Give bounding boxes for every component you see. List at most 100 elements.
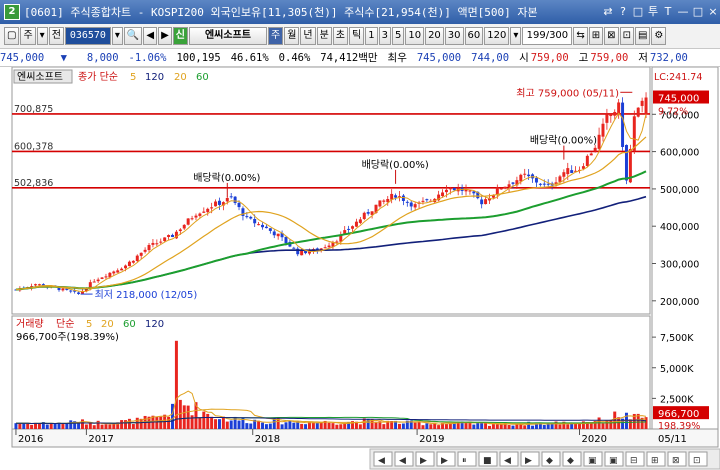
candle-body — [354, 221, 358, 227]
current-pct-tag: 9.72% — [658, 107, 688, 118]
volume-bar — [398, 423, 401, 429]
window-button-5[interactable]: — — [676, 4, 690, 20]
price-panel[interactable] — [11, 66, 651, 315]
stat-label: 최우 — [387, 52, 407, 64]
toolbar-button-28[interactable]: ⊞ — [588, 27, 604, 45]
volume-bar — [237, 420, 241, 429]
candle-body — [409, 202, 413, 207]
volume-bar — [135, 417, 139, 429]
volume-bar — [499, 424, 503, 429]
toolbar-button-7[interactable]: ◀ — [143, 27, 158, 45]
volume-bar — [444, 423, 448, 429]
toolbar-button-27[interactable]: ⇆ — [573, 27, 588, 45]
volume-tick-label-2: 2,500K — [660, 394, 694, 405]
volume-legend-current: 966,700주(198.39%) — [16, 332, 119, 343]
volume-bar — [491, 424, 495, 429]
toolbar-button-16[interactable]: 틱 — [349, 27, 365, 45]
toolbar-button-30[interactable]: ⊡ — [619, 27, 634, 45]
candle-body — [268, 228, 272, 231]
toolbar-button-18[interactable]: 3 — [378, 27, 391, 45]
candle-body — [159, 241, 163, 243]
candle-body — [245, 216, 249, 218]
toolbar-button-31[interactable]: ▤ — [634, 27, 651, 45]
toolbar-button-26[interactable]: 199/300 — [522, 27, 573, 45]
toolbar-button-14[interactable]: 분 — [316, 27, 332, 45]
toolbar-button-0[interactable]: ▢ — [4, 27, 20, 45]
candle-body — [147, 244, 151, 251]
volume-bar — [104, 424, 108, 429]
candle-body — [636, 107, 640, 117]
scroll-button-4[interactable] — [457, 451, 477, 467]
volume-legend-indicator: 단순 — [56, 318, 74, 330]
volume-bar — [566, 424, 570, 429]
volume-bar — [284, 422, 288, 429]
toolbar-button-25[interactable]: ▾ — [510, 27, 522, 45]
stock-chart[interactable]: 700,875 600,378 502,836 엔씨소프트 종가 단순 5 120 20 60 최… — [0, 66, 720, 470]
volume-bar — [30, 424, 34, 429]
window-button-2[interactable]: □ — [631, 4, 645, 20]
candle-body — [441, 192, 445, 197]
stock-chart-panel[interactable]: 700,875 600,378 502,836 엔씨소프트 종가 단순 5 120 20 60 최… — [0, 66, 720, 470]
toolbar-button-13[interactable]: 년 — [300, 27, 316, 45]
candle-body — [120, 268, 124, 271]
volume-bar — [523, 425, 527, 429]
candle-body — [570, 170, 574, 173]
title-bar: 2 [0601] 주식종합차트 - KOSPI200 외국인보유[11,305(… — [0, 0, 720, 24]
candle-body — [139, 252, 143, 256]
toolbar-button-22[interactable]: 30 — [444, 27, 464, 45]
candle-body — [382, 200, 386, 202]
toolbar-button-21[interactable]: 20 — [425, 27, 444, 45]
volume-bar — [264, 424, 268, 429]
toolbar-button-15[interactable]: 초 — [332, 27, 348, 45]
toolbar-button-10[interactable]: 엔씨소프트 — [188, 27, 267, 45]
change-pct: -1.06% — [128, 51, 167, 64]
volume-bar — [319, 422, 323, 429]
quote-info-bar: 745,000 ▼ 8,000 -1.06% 100,195 46.61% 0.… — [0, 49, 720, 67]
window-button-0[interactable]: ⇄ — [601, 4, 615, 20]
toolbar-button-6[interactable]: 🔍 — [123, 27, 143, 45]
volume-bar — [167, 416, 171, 429]
toolbar-button-29[interactable]: ⊠ — [604, 27, 619, 45]
toolbar-button-24[interactable]: 120 — [484, 27, 510, 45]
toolbar-button-32[interactable]: ⚙ — [651, 27, 667, 45]
candle-body — [358, 219, 362, 223]
volume-bar — [511, 425, 515, 429]
toolbar-button-1[interactable]: 주 — [20, 27, 36, 45]
window-button-7[interactable]: × — [706, 4, 720, 20]
candle-body — [609, 114, 613, 117]
candle-body — [206, 208, 210, 213]
toolbar-button-11[interactable]: 주 — [267, 27, 284, 45]
legend-stock-name: 엔씨소프트 — [17, 71, 63, 83]
toolbar-button-12[interactable]: 월 — [284, 27, 300, 45]
candle-body — [116, 270, 120, 273]
volume-bar — [300, 423, 304, 429]
toolbar-button-20[interactable]: 10 — [405, 27, 425, 45]
window-button-6[interactable]: □ — [691, 4, 705, 20]
candle-body — [347, 228, 351, 230]
price-tick-label-1: 600,000 — [660, 148, 699, 159]
toolbar-button-8[interactable]: ▶ — [158, 27, 172, 45]
toolbar-button-9[interactable]: 신 — [172, 27, 188, 45]
volume-bar — [292, 422, 296, 429]
window-button-1[interactable]: ? — [616, 4, 630, 20]
volume-bar — [327, 422, 331, 429]
annotation-0: 최고 759,000 (05/11) — [516, 87, 619, 99]
toolbar-button-17[interactable]: 1 — [365, 27, 378, 45]
window-button-4[interactable]: T — [661, 4, 675, 20]
volume-bar — [198, 417, 202, 429]
ask-value: 745,000 — [416, 51, 462, 64]
toolbar-button-4[interactable]: 036570 — [64, 27, 111, 45]
toolbar-button-23[interactable]: 60 — [464, 27, 484, 45]
toolbar-button-2[interactable]: ▾ — [36, 27, 48, 45]
volume-bar — [601, 423, 605, 429]
toolbar-button-3[interactable]: 전 — [48, 27, 64, 45]
toolbar-button-19[interactable]: 5 — [391, 27, 405, 45]
volume-bar — [609, 419, 613, 429]
low-label: 저 — [638, 52, 648, 64]
toolbar-button-5[interactable]: ▾ — [111, 27, 123, 45]
volume-tick-label-0: 7,500K — [660, 333, 694, 344]
volume-bar — [229, 420, 233, 429]
candle-body — [640, 100, 644, 106]
window-button-3[interactable]: 투 — [646, 4, 660, 20]
scroll-button-icon-11: ▣ — [609, 456, 618, 466]
